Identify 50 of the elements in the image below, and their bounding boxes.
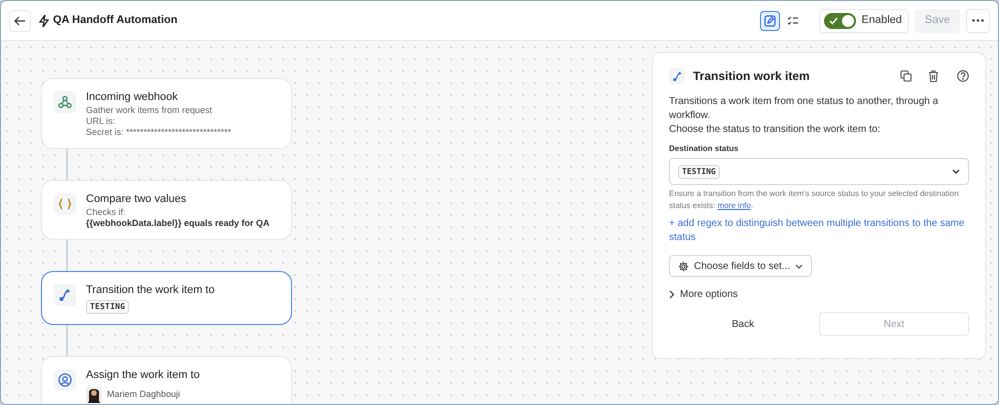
back-arrow-icon: [14, 14, 26, 26]
choose-fields-button[interactable]: Choose fields to set...: [669, 255, 812, 277]
enabled-toggle[interactable]: Enabled: [818, 8, 909, 32]
chevron-down-icon: [952, 169, 960, 174]
back-button[interactable]: [9, 10, 31, 32]
step-detail: Gather work items from request: [86, 105, 214, 116]
workflow-step-card[interactable]: Incoming webhook Gather work items from request URL is: Secret is: ******************************: [41, 78, 292, 149]
chevron-down-icon: [795, 264, 804, 268]
view-toggle-button[interactable]: [760, 10, 780, 30]
workflow-step-card[interactable]: Compare two values Checks if: {{webhookData.label}} equals ready for QA: [41, 180, 292, 240]
destination-status-dropdown[interactable]: TESTING: [669, 158, 969, 185]
step-detail: Secret is: ******************************: [86, 127, 232, 138]
step-title: Incoming webhook: [86, 90, 179, 105]
user-circle-icon: [58, 373, 72, 387]
step-detail: {{webhookData.label}} equals ready for QA: [86, 218, 270, 229]
avatar-icon: [86, 387, 102, 403]
panel-description: Choose the status to transition the work item to:: [669, 123, 882, 137]
back-button[interactable]: Back: [669, 312, 817, 336]
step-title: Assign the work item to: [86, 368, 200, 383]
step-detail: URL is:: [86, 116, 116, 127]
hint-text: Ensure a transition from the work item's source status to your selected destination status exists: more info.: [669, 188, 960, 212]
braces-icon: [58, 197, 72, 211]
more-menu-button[interactable]: [966, 8, 990, 32]
more-info-link[interactable]: more info: [717, 201, 751, 210]
panel-title: Transition work item: [693, 68, 810, 85]
edit-view-icon: [764, 14, 776, 26]
add-regex-link[interactable]: + add regex to distinguish between multiple transitions to the same status: [669, 217, 969, 245]
duplicate-icon[interactable]: [900, 70, 912, 82]
settings-icon: [678, 260, 689, 272]
more-icon: [972, 19, 984, 22]
step-detail: Checks if:: [86, 207, 127, 218]
webhook-icon: [58, 95, 72, 109]
bolt-icon: [39, 14, 49, 26]
field-label: Destination status: [669, 143, 740, 155]
more-options-toggle[interactable]: More options: [669, 287, 738, 302]
step-title: Transition the work item to: [86, 283, 215, 298]
checklist-view-icon: [786, 14, 799, 26]
workflow-step-card[interactable]: Assign the work item to Mariem Daghbouji: [41, 356, 292, 404]
check-icon: [828, 16, 838, 24]
transition-icon: [58, 288, 72, 302]
workflow-step-card[interactable]: Transition the work item to TESTING: [41, 271, 292, 325]
help-icon[interactable]: [957, 70, 969, 82]
assignee-name: Mariem Daghbouji: [107, 388, 180, 402]
status-badge: TESTING: [86, 300, 130, 314]
automation-title: QA Handoff Automation: [53, 13, 178, 28]
panel-description: Transitions a work item from one status to another, through a workflow.: [669, 95, 940, 123]
status-badge: TESTING: [678, 164, 720, 178]
trash-icon[interactable]: [928, 70, 939, 82]
step-title: Compare two values: [86, 192, 188, 207]
chevron-right-icon: [669, 290, 675, 299]
